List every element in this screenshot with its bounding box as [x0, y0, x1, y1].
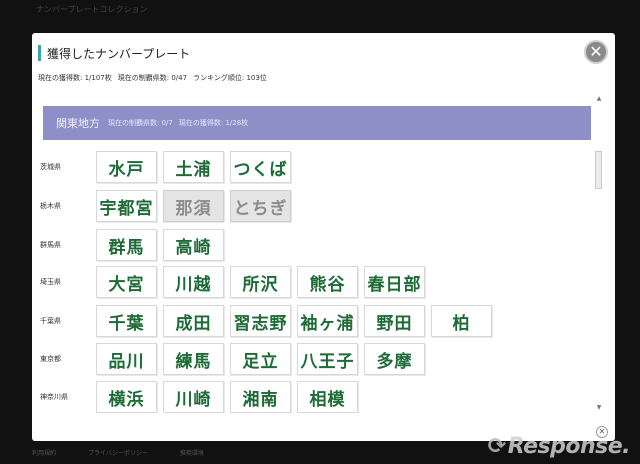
plate-list: 群馬 高崎 — [96, 229, 224, 261]
dialog-title: 獲得したナンバープレート — [47, 46, 191, 61]
plate-list: 大宮 川越 所沢 熊谷 春日部 — [96, 266, 425, 298]
number-plate[interactable]: 野田 — [364, 305, 425, 337]
backdrop-footer: 利用規約 プライバシーポリシー 推奨環境 — [32, 448, 482, 460]
scrollbar[interactable]: ▲ ▼ — [595, 95, 603, 411]
prefecture-label: 神奈川県 — [40, 393, 68, 401]
number-plate[interactable]: 水戸 — [96, 151, 157, 183]
arrow-icon: ⟳ — [487, 433, 506, 459]
number-plate[interactable]: 川越 — [163, 266, 224, 298]
prefecture-label: 茨城県 — [40, 163, 61, 171]
region-prefs-stat: 現在の制覇県数: 0/7 — [108, 119, 173, 127]
prefecture-label: 千葉県 — [40, 317, 61, 325]
number-plate[interactable]: 横浜 — [96, 381, 157, 413]
number-plate[interactable]: 熊谷 — [297, 266, 358, 298]
number-plate[interactable]: 習志野 — [230, 305, 291, 337]
region-header: 関東地方 現在の制覇県数: 0/7 現在の獲得数: 1/28枚 — [43, 106, 591, 140]
number-plate[interactable]: 練馬 — [163, 343, 224, 375]
prefecture-label: 埼玉県 — [40, 278, 61, 286]
prefecture-label: 東京都 — [40, 355, 61, 363]
scroll-up-icon[interactable]: ▲ — [595, 95, 603, 102]
locked-plate[interactable]: とちぎ — [230, 190, 291, 222]
prefecture-row: 栃木県 宇都宮 那須 とちぎ — [40, 190, 291, 222]
number-plate[interactable]: 高崎 — [163, 229, 224, 261]
number-plate[interactable]: 宇都宮 — [96, 190, 157, 222]
number-plate[interactable]: 千葉 — [96, 305, 157, 337]
number-plate[interactable]: 品川 — [96, 343, 157, 375]
plate-list: 千葉 成田 習志野 袖ヶ浦 野田柏 — [96, 305, 492, 337]
number-plate[interactable]: 所沢 — [230, 266, 291, 298]
scroll-down-icon[interactable]: ▼ — [595, 404, 603, 411]
plates-scroll-area[interactable]: 関東地方 現在の制覇県数: 0/7 現在の獲得数: 1/28枚 茨城県 水戸 土浦つ… — [32, 95, 615, 413]
close-button[interactable]: ✕ — [584, 40, 608, 64]
close-icon: ✕ — [589, 42, 603, 61]
plate-collection-dialog: 獲得したナンバープレート ✕ 現在の獲得数: 1/107枚 現在の制覇県数: 0… — [32, 33, 615, 441]
prefectures-count: 現在の制覇県数: 0/47 — [117, 74, 188, 82]
number-plate[interactable]: 八王子 — [297, 343, 358, 375]
number-plate[interactable]: 大宮 — [96, 266, 157, 298]
prefecture-row: 埼玉県 大宮 川越 所沢 熊谷 春日部 — [40, 266, 425, 298]
number-plate[interactable]: 成田 — [163, 305, 224, 337]
footer-link[interactable]: 推奨環境 — [180, 448, 204, 460]
watermark-logo: ⟳ Response. — [487, 433, 631, 459]
number-plate[interactable]: 相模 — [297, 381, 358, 413]
number-plate[interactable]: 群馬 — [96, 229, 157, 261]
number-plate[interactable]: 川崎 — [163, 381, 224, 413]
title-accent — [38, 45, 41, 61]
prefecture-row: 神奈川県 横浜 川崎 湘南 相模 — [40, 381, 358, 413]
plate-list: 宇都宮 那須 とちぎ — [96, 190, 291, 222]
region-plates-stat: 現在の獲得数: 1/28枚 — [178, 119, 249, 127]
plates-count: 現在の獲得数: 1/107枚 — [38, 74, 112, 82]
number-plate[interactable]: 袖ヶ浦 — [297, 305, 358, 337]
number-plate[interactable]: 春日部 — [364, 266, 425, 298]
dialog-header: 獲得したナンバープレート — [38, 44, 190, 62]
footer-link[interactable]: 利用規約 — [32, 448, 56, 460]
prefecture-row: 群馬県 群馬 高崎 — [40, 229, 224, 261]
scroll-thumb[interactable] — [595, 151, 602, 189]
number-plate[interactable]: つくば — [230, 151, 291, 183]
number-plate[interactable]: 多摩 — [364, 343, 425, 375]
ranking: ランキング順位: 103位 — [193, 74, 267, 82]
number-plate[interactable]: 土浦 — [163, 151, 224, 183]
plate-list: 水戸 土浦 つくば — [96, 151, 291, 183]
number-plate[interactable]: 柏 — [431, 305, 492, 337]
prefecture-row: 東京都 品川 練馬 足立 八王子 多摩 — [40, 343, 425, 375]
region-name: 関東地方 — [56, 117, 100, 130]
footer-link[interactable]: プライバシーポリシー — [88, 448, 148, 460]
number-plate[interactable]: 足立 — [230, 343, 291, 375]
prefecture-label: 栃木県 — [40, 202, 61, 210]
plate-list: 品川 練馬 足立 八王子 多摩 — [96, 343, 425, 375]
backdrop-title: ナンバープレートコレクション — [36, 5, 148, 14]
prefecture-label: 群馬県 — [40, 241, 61, 249]
prefecture-row: 茨城県 水戸 土浦 つくば — [40, 151, 291, 183]
collection-stats: 現在の獲得数: 1/107枚 現在の制覇県数: 0/47 ランキング順位: 10… — [38, 73, 267, 83]
prefecture-row: 千葉県 千葉 成田 習志野 袖ヶ浦 野田柏 — [40, 305, 492, 337]
plate-list: 横浜 川崎 湘南 相模 — [96, 381, 358, 413]
number-plate[interactable]: 湘南 — [230, 381, 291, 413]
locked-plate[interactable]: 那須 — [163, 190, 224, 222]
